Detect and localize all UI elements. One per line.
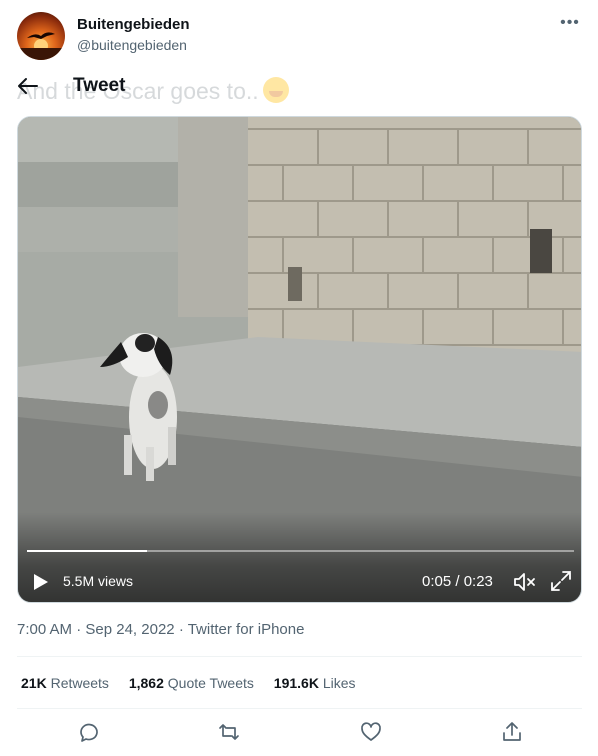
likes-count: 191.6K (273, 675, 319, 691)
sunset-bird-icon (17, 32, 65, 60)
tweet-author: Buitengebieden @buitengebieden ••• (17, 12, 581, 62)
divider (17, 656, 582, 657)
meta-separator: · (76, 621, 82, 638)
avatar[interactable] (17, 12, 65, 60)
retweets-stat[interactable]: 21K Retweets (21, 675, 109, 691)
meta-separator: · (178, 621, 184, 638)
likes-label: Likes (322, 675, 356, 691)
tweet-source[interactable]: Twitter for iPhone (188, 621, 305, 638)
page-title: Tweet (73, 75, 126, 96)
video-timestamp: 0:05 / 0:23 (422, 573, 493, 590)
quote-tweets-label: Quote Tweets (167, 675, 254, 691)
author-display-name[interactable]: Buitengebieden (77, 16, 190, 33)
tweet-text: And the Oscar goes to.. (17, 77, 289, 105)
video-player[interactable]: 5.5M views 0:05 / 0:23 (17, 116, 582, 603)
back-arrow-icon[interactable] (17, 76, 39, 96)
retweets-label: Retweets (50, 675, 109, 691)
like-icon[interactable] (360, 721, 382, 743)
retweets-count: 21K (21, 675, 47, 691)
video-view-count: 5.5M views (63, 573, 134, 589)
more-options-icon[interactable]: ••• (559, 14, 581, 36)
fullscreen-icon[interactable] (550, 570, 572, 592)
divider (17, 708, 582, 709)
play-icon[interactable] (32, 572, 50, 592)
likes-stat[interactable]: 191.6K Likes (274, 675, 356, 691)
quote-tweets-count: 1,862 (128, 675, 164, 691)
tweet-stats: 21K Retweets 1,862 Quote Tweets 191.6K L… (21, 675, 372, 691)
mute-icon[interactable] (512, 571, 536, 593)
tweet-text-content: And the Oscar goes to.. (17, 78, 259, 104)
quote-tweets-stat[interactable]: 1,862 Quote Tweets (129, 675, 254, 691)
reply-icon[interactable] (77, 721, 99, 743)
grinning-sweat-emoji-icon (262, 77, 289, 103)
retweet-icon[interactable] (218, 721, 240, 743)
tweet-meta: 7:00 AM · Sep 24, 2022 · Twitter for iPh… (17, 621, 304, 638)
author-handle[interactable]: @buitengebieden (77, 37, 187, 53)
share-icon[interactable] (501, 721, 523, 743)
video-progress-fill (27, 550, 148, 552)
tweet-time[interactable]: 7:00 AM (17, 621, 72, 638)
tweet-date[interactable]: Sep 24, 2022 (85, 621, 174, 638)
video-progress-bar[interactable] (27, 550, 574, 552)
